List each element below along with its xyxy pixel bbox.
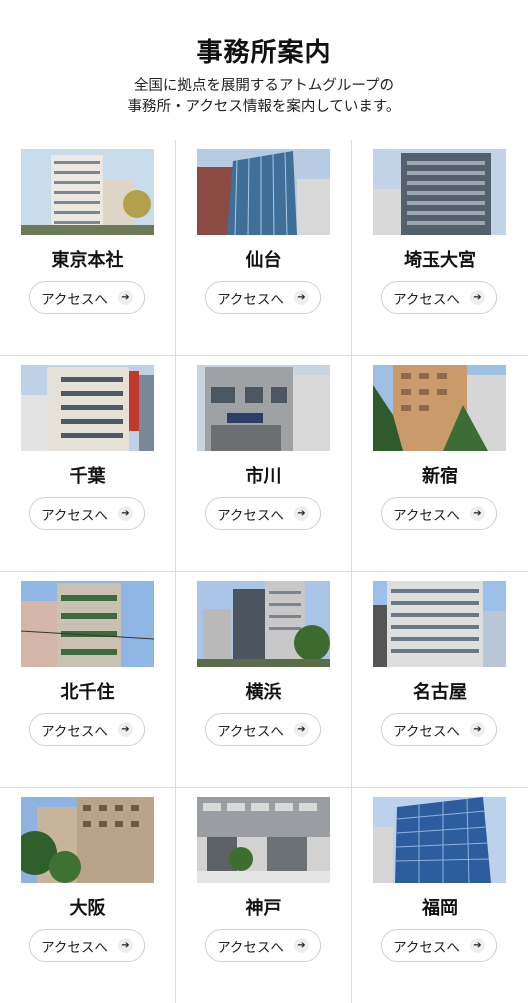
access-button-shinjuku[interactable]: アクセスへ ➔: [381, 497, 497, 530]
office-card-sendai: 仙台 アクセスへ ➔: [176, 140, 352, 355]
office-photo-ichikawa: [197, 365, 330, 451]
access-label: アクセスへ: [217, 507, 284, 524]
access-label: アクセスへ: [393, 723, 460, 740]
office-name: 横浜: [245, 682, 282, 703]
office-name: 神戸: [245, 898, 282, 919]
office-card-shinjuku: 新宿 アクセスへ ➔: [352, 356, 528, 571]
arrow-right-icon: ➔: [117, 938, 133, 953]
arrow-right-icon: ➔: [293, 506, 309, 521]
access-label: アクセスへ: [217, 291, 284, 308]
subtitle-line-1: 全国に拠点を展開するアトムグループの: [133, 78, 395, 94]
page-subtitle: 全国に拠点を展開するアトムグループの 事務所・アクセス情報を案内しています。: [0, 76, 528, 118]
arrow-right-icon: ➔: [293, 722, 309, 737]
office-name: 大阪: [69, 898, 106, 919]
arrow-right-icon: ➔: [117, 290, 133, 305]
access-label: アクセスへ: [393, 939, 460, 956]
office-card-ichikawa: 市川 アクセスへ ➔: [176, 356, 352, 571]
office-name: 市川: [245, 466, 282, 487]
office-name: 福岡: [422, 898, 458, 919]
office-card-omiya: 埼玉大宮 アクセスへ ➔: [352, 140, 528, 355]
subtitle-line-2: 事務所・アクセス情報を案内しています。: [127, 99, 401, 115]
access-label: アクセスへ: [217, 723, 284, 740]
office-row: 東京本社 アクセスへ ➔ 仙台 アクセスへ ➔ 埼玉大宮 アクセスへ ➔: [0, 140, 528, 356]
page-title: 事務所案内: [196, 38, 332, 68]
office-photo-shinjuku: [373, 365, 506, 451]
office-name: 新宿: [422, 466, 458, 487]
office-card-yokohama: 横浜 アクセスへ ➔: [176, 572, 352, 787]
access-button-kitasenju[interactable]: アクセスへ ➔: [29, 713, 145, 746]
office-card-tokyo: 東京本社 アクセスへ ➔: [0, 140, 176, 355]
office-card-nagoya: 名古屋 アクセスへ ➔: [352, 572, 528, 787]
office-photo-nagoya: [373, 581, 506, 667]
arrow-right-icon: ➔: [469, 506, 485, 521]
office-photo-chiba: [21, 365, 154, 451]
office-row: 千葉 アクセスへ ➔ 市川 アクセスへ ➔ 新宿 アクセスへ ➔: [0, 356, 528, 572]
office-card-fukuoka: 福岡 アクセスへ ➔: [352, 788, 528, 1003]
arrow-right-icon: ➔: [293, 938, 309, 953]
office-photo-kobe: [197, 797, 330, 883]
office-card-chiba: 千葉 アクセスへ ➔: [0, 356, 176, 571]
office-photo-yokohama: [197, 581, 330, 667]
office-name: 名古屋: [413, 682, 467, 703]
office-name: 仙台: [245, 250, 282, 271]
arrow-right-icon: ➔: [117, 722, 133, 737]
office-photo-fukuoka: [373, 797, 506, 883]
access-label: アクセスへ: [41, 291, 108, 308]
office-row: 大阪 アクセスへ ➔ 神戸 アクセスへ ➔ 福岡 アクセスへ ➔: [0, 788, 528, 1003]
access-button-omiya[interactable]: アクセスへ ➔: [381, 281, 497, 314]
arrow-right-icon: ➔: [117, 506, 133, 521]
access-button-fukuoka[interactable]: アクセスへ ➔: [381, 929, 497, 962]
office-photo-tokyo: [21, 149, 154, 235]
office-name: 千葉: [69, 466, 106, 487]
office-photo-osaka: [21, 797, 154, 883]
arrow-right-icon: ➔: [293, 290, 309, 305]
office-card-kitasenju: 北千住 アクセスへ ➔: [0, 572, 176, 787]
page-header: 事務所案内 全国に拠点を展開するアトムグループの 事務所・アクセス情報を案内して…: [0, 0, 528, 140]
access-button-nagoya[interactable]: アクセスへ ➔: [381, 713, 497, 746]
access-button-yokohama[interactable]: アクセスへ ➔: [205, 713, 321, 746]
arrow-right-icon: ➔: [469, 938, 485, 953]
office-name: 埼玉大宮: [404, 250, 476, 271]
office-card-kobe: 神戸 アクセスへ ➔: [176, 788, 352, 1003]
office-name: 北千住: [60, 682, 115, 703]
access-button-chiba[interactable]: アクセスへ ➔: [29, 497, 145, 530]
access-button-tokyo[interactable]: アクセスへ ➔: [29, 281, 145, 314]
access-label: アクセスへ: [393, 507, 460, 524]
office-row: 北千住 アクセスへ ➔ 横浜 アクセスへ ➔ 名古屋 アクセスへ ➔: [0, 572, 528, 788]
office-photo-sendai: [197, 149, 330, 235]
access-button-kobe[interactable]: アクセスへ ➔: [205, 929, 321, 962]
access-label: アクセスへ: [41, 723, 108, 740]
arrow-right-icon: ➔: [469, 722, 485, 737]
access-button-ichikawa[interactable]: アクセスへ ➔: [205, 497, 321, 530]
office-photo-omiya: [373, 149, 506, 235]
office-name: 東京本社: [51, 250, 124, 271]
office-photo-kitasenju: [21, 581, 154, 667]
access-button-sendai[interactable]: アクセスへ ➔: [205, 281, 321, 314]
arrow-right-icon: ➔: [469, 290, 485, 305]
office-card-osaka: 大阪 アクセスへ ➔: [0, 788, 176, 1003]
access-label: アクセスへ: [393, 291, 460, 308]
access-button-osaka[interactable]: アクセスへ ➔: [29, 929, 145, 962]
access-label: アクセスへ: [41, 939, 108, 956]
access-label: アクセスへ: [217, 939, 284, 956]
office-grid: 東京本社 アクセスへ ➔ 仙台 アクセスへ ➔ 埼玉大宮 アクセスへ ➔ 千葉 アクセ…: [0, 140, 528, 1003]
access-label: アクセスへ: [41, 507, 108, 524]
